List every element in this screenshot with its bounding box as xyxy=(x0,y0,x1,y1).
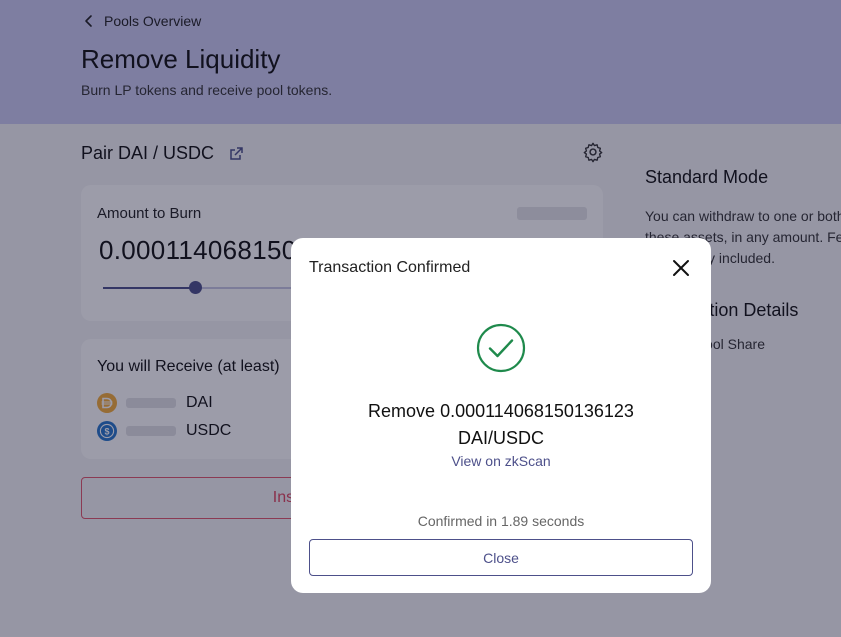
confirmed-time-text: Confirmed in 1.89 seconds xyxy=(417,513,585,529)
check-circle-icon xyxy=(476,323,526,373)
modal-title: Transaction Confirmed xyxy=(309,259,471,276)
close-button[interactable]: Close xyxy=(309,539,693,576)
view-on-zkscan-link[interactable]: View on zkScan xyxy=(291,453,711,469)
confirmation-message-line2: DAI/USDC xyxy=(457,428,544,448)
close-icon[interactable] xyxy=(671,258,691,278)
transaction-confirmed-modal: Transaction Confirmed Remove 0.000114068… xyxy=(291,238,711,593)
confirmation-message-line1: Remove 0.000114068150136123 xyxy=(368,401,634,421)
confirmation-message: Remove 0.000114068150136123 DAI/USDC xyxy=(291,398,711,452)
